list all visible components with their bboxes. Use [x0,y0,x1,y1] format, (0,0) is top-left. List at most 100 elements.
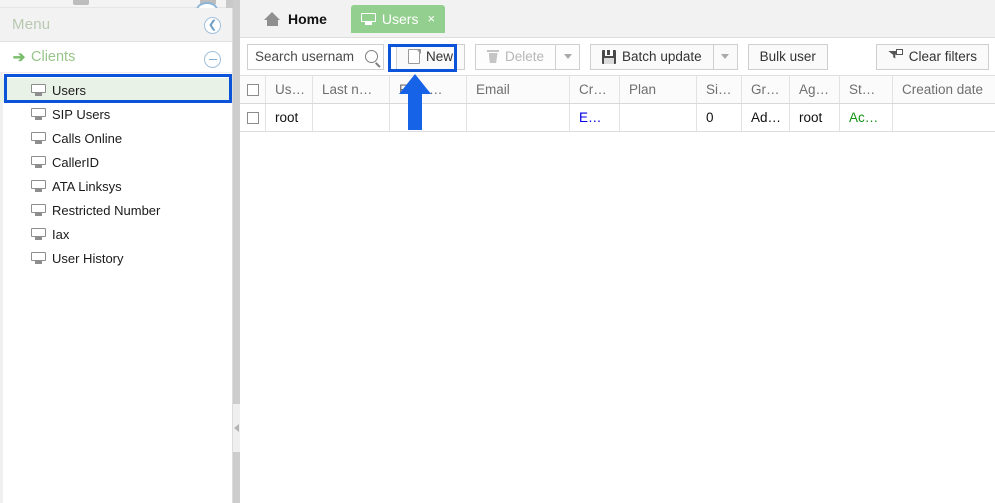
sidebar-item-label: User History [52,250,124,266]
new-button-label: New [426,49,454,64]
chevron-down-icon [721,54,730,59]
floppy-disk-icon [602,49,617,64]
application-window: Menu ❮ ➔ Clients Users SIP Users Calls O… [0,0,995,503]
tab-strip: Home Users × [240,0,995,38]
sidebar-item-ata-linksys[interactable]: ATA Linksys [0,174,232,198]
monitor-icon [31,132,46,144]
arrow-right-icon: ➔ [12,49,26,66]
sidebar-title: Menu [12,16,51,33]
monitor-icon [360,12,376,25]
grid-body: root E… 0 Ad… root Ac… [240,104,995,132]
sidebar-splitter[interactable] [233,0,240,503]
column-header-plan[interactable]: Plan [620,76,697,103]
clipped-widget-a [73,0,89,5]
monitor-icon [31,108,46,120]
delete-button[interactable]: Delete [475,43,556,70]
column-header-group[interactable]: Gr… [742,76,790,103]
monitor-icon [31,252,46,264]
delete-button-group: Delete [475,43,581,70]
cell-group: Ad… [742,104,790,131]
sidebar-item-label: Users [52,82,86,98]
search-input-placeholder: Search usernam [255,49,355,64]
sidebar-nav-list: Users SIP Users Calls Online CallerID AT… [0,78,232,270]
sidebar-item-label: Calls Online [52,130,123,146]
column-header-status[interactable]: St… [840,76,893,103]
sidebar-item-label: Restricted Number [52,202,161,218]
main-content: Home Users × Search usernam New Delete B… [240,0,995,503]
sidebar-item-iax[interactable]: Iax [0,222,232,246]
column-header-username[interactable]: Us… [266,76,313,103]
clear-filters-button[interactable]: Clear filters [875,43,989,70]
tab-home[interactable]: Home [254,5,337,33]
sidebar-item-callerid[interactable]: CallerID [0,150,232,174]
search-input[interactable]: Search usernam [247,43,384,70]
magnifier-icon[interactable] [365,50,378,63]
cell-firstname [390,104,467,131]
minus-circle-icon[interactable] [204,51,221,68]
cell-email [467,104,570,131]
column-header-lastname[interactable]: Last n… [313,76,390,103]
row-checkbox[interactable] [246,111,259,124]
sidebar-item-label: SIP Users [52,106,111,122]
bulk-user-button-label: Bulk user [759,49,816,64]
bulk-user-button[interactable]: Bulk user [747,43,828,70]
monitor-icon [31,204,46,216]
delete-dropdown-toggle[interactable] [555,43,581,70]
clear-filters-button-label: Clear filters [908,49,977,64]
sidebar-group-clients[interactable]: ➔ Clients [0,42,232,73]
column-header-creation-date[interactable]: Creation date [893,76,995,103]
sidebar-item-users[interactable]: Users [0,78,232,102]
monitor-icon [31,180,46,192]
row-select-cell[interactable] [240,104,266,131]
grid-header-row: Us… Last n… First … Email Cr… Plan Si… G… [240,76,995,104]
sidebar-item-label: ATA Linksys [52,178,122,194]
sidebar-item-restricted-number[interactable]: Restricted Number [0,198,232,222]
tab-home-label: Home [288,10,327,27]
batch-update-button-label: Batch update [622,49,702,64]
cell-agent: root [790,104,840,131]
trash-icon [487,49,500,64]
sidebar-item-label: Iax [52,226,70,242]
grid-toolbar: Search usernam New Delete Batch update B… [240,38,995,76]
sidebar-item-sip-users[interactable]: SIP Users [0,102,232,126]
column-header-email[interactable]: Email [467,76,570,103]
sidebar-header: Menu ❮ [0,8,232,42]
sidebar-item-label: CallerID [52,154,99,170]
cell-plan [620,104,697,131]
chevron-down-icon [563,54,572,59]
users-grid: Us… Last n… First … Email Cr… Plan Si… G… [240,76,995,132]
chevron-left-circle-icon[interactable]: ❮ [204,17,221,34]
cell-credit[interactable]: E… [570,104,620,131]
close-icon[interactable]: × [427,12,435,25]
sidebar-item-calls-online[interactable]: Calls Online [0,126,232,150]
sidebar-collapse-handle[interactable] [233,404,240,452]
cell-sip: 0 [697,104,742,131]
cell-creation-date [893,104,995,131]
sidebar-item-user-history[interactable]: User History [0,246,232,270]
monitor-icon [31,228,46,240]
column-header-agent[interactable]: Ag… [790,76,840,103]
batch-update-dropdown-toggle[interactable] [712,43,738,70]
cell-status: Ac… [840,104,893,131]
home-icon [264,11,281,26]
cell-username: root [266,104,313,131]
chevron-left-icon [234,424,239,432]
cell-lastname [313,104,390,131]
funnel-clear-icon [887,48,903,64]
tab-users[interactable]: Users × [350,4,446,33]
document-icon [408,48,421,64]
new-button[interactable]: New [396,43,466,70]
delete-button-label: Delete [505,49,545,64]
tab-users-label: Users [381,10,419,27]
batch-update-button-group: Batch update [590,43,738,70]
column-header-sip[interactable]: Si… [697,76,742,103]
column-header-firstname[interactable]: First … [390,76,467,103]
select-all-checkbox[interactable] [246,83,259,96]
monitor-icon [31,156,46,168]
column-header-credit[interactable]: Cr… [570,76,620,103]
table-row[interactable]: root E… 0 Ad… root Ac… [240,104,995,132]
sidebar: Menu ❮ ➔ Clients Users SIP Users Calls O… [0,8,233,503]
batch-update-button[interactable]: Batch update [590,43,713,70]
select-all-header[interactable] [240,76,266,103]
sidebar-group-label: Clients [31,49,76,65]
